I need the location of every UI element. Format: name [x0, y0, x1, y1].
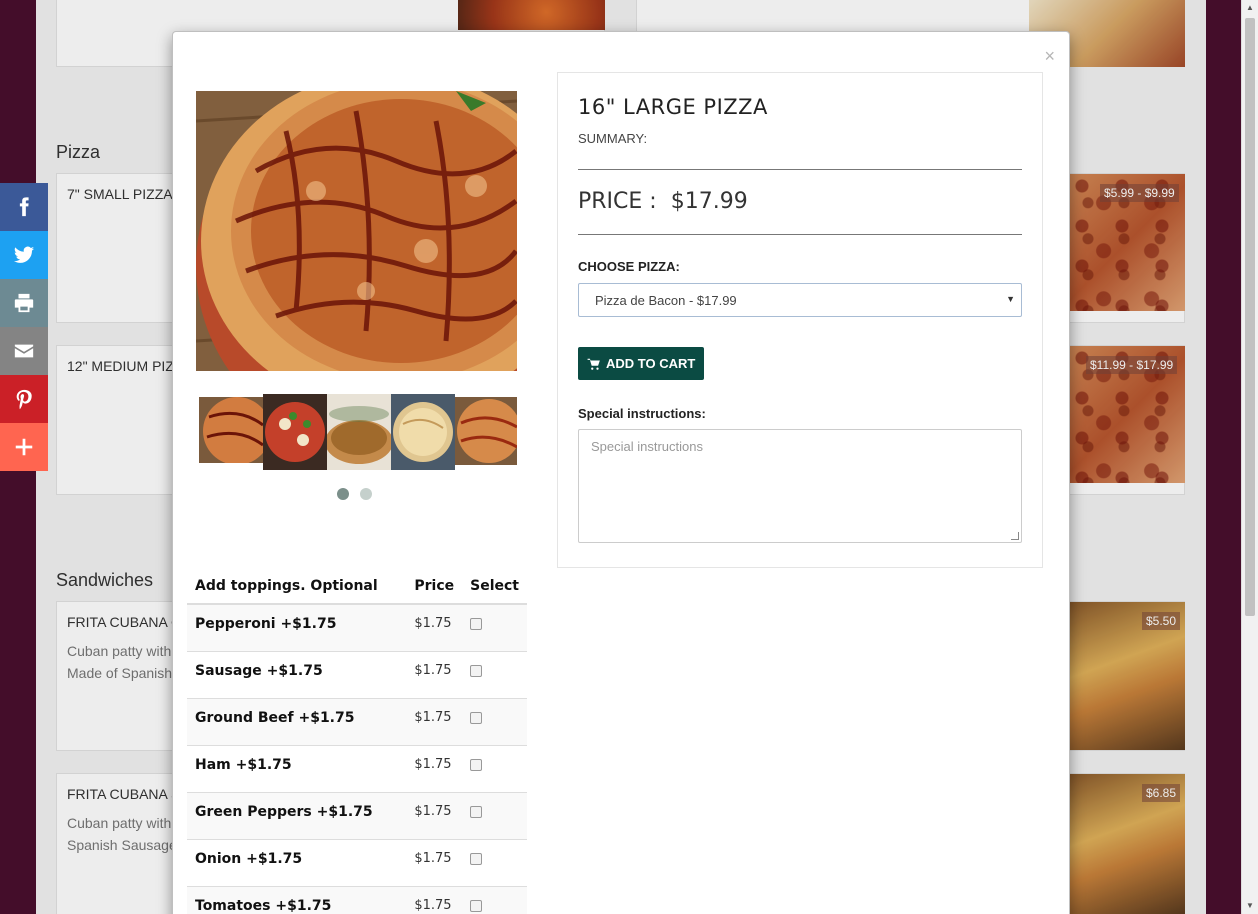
topping-price: $1.75	[406, 791, 463, 839]
topping-checkbox[interactable]	[470, 805, 483, 818]
table-row: Ground Beef +$1.75 $1.75	[187, 697, 527, 745]
pizza-select-value: Pizza de Bacon - $17.99	[595, 293, 737, 308]
topping-price: $1.75	[406, 744, 463, 792]
pizza-thumbnail	[263, 394, 327, 470]
topping-select-cell	[462, 650, 527, 698]
product-modal: × Add toppings. Optional Price Select Pe…	[172, 31, 1070, 914]
scroll-thumb[interactable]	[1245, 18, 1255, 616]
plus-icon	[15, 438, 33, 456]
topping-checkbox[interactable]	[470, 758, 483, 771]
print-button[interactable]	[0, 279, 48, 327]
special-instructions-placeholder: Special instructions	[591, 439, 703, 454]
pinterest-icon	[16, 389, 32, 410]
topping-select-cell	[462, 697, 527, 745]
table-row: Onion +$1.75 $1.75	[187, 838, 527, 886]
email-icon	[14, 344, 34, 358]
divider	[578, 169, 1022, 170]
scroll-down-arrow[interactable]: ▼	[1242, 898, 1258, 914]
scroll-up-arrow[interactable]: ▲	[1242, 0, 1258, 16]
topping-name: Sausage +$1.75	[187, 650, 407, 698]
col-header-topping: Add toppings. Optional	[187, 568, 407, 605]
price-value: $17.99	[670, 189, 748, 214]
topping-name: Onion +$1.75	[187, 838, 407, 886]
topping-select-cell	[462, 603, 527, 651]
pizza-thumbnail	[391, 394, 455, 470]
topping-select-cell	[462, 838, 527, 886]
topping-checkbox[interactable]	[470, 664, 483, 677]
carousel-dot-2[interactable]	[360, 488, 372, 500]
cart-icon	[587, 358, 600, 370]
topping-name: Ham +$1.75	[187, 744, 407, 792]
add-to-cart-label: ADD TO CART	[606, 356, 696, 371]
product-detail-panel: 16" LARGE PIZZA SUMMARY: PRICE : $17.99 …	[557, 72, 1043, 568]
resize-handle[interactable]	[1011, 532, 1019, 540]
carousel-dots	[337, 487, 383, 505]
topping-select-cell	[462, 791, 527, 839]
pizza-select[interactable]: Pizza de Bacon - $17.99 ▼	[578, 283, 1022, 317]
table-row: Green Peppers +$1.75 $1.75	[187, 791, 527, 839]
toppings-header-row: Add toppings. Optional Price Select	[187, 568, 527, 605]
topping-select-cell	[462, 744, 527, 792]
email-share-button[interactable]	[0, 327, 48, 375]
product-main-image	[196, 91, 517, 371]
topping-price: $1.75	[406, 838, 463, 886]
topping-name: Green Peppers +$1.75	[187, 791, 407, 839]
thumbnail-strip	[199, 394, 521, 470]
pizza-thumbnail	[325, 394, 393, 470]
col-header-price: Price	[406, 568, 463, 605]
price-label: PRICE :	[578, 189, 657, 214]
topping-price: $1.75	[406, 603, 463, 651]
facebook-share-button[interactable]	[0, 183, 48, 231]
table-row: Ham +$1.75 $1.75	[187, 744, 527, 792]
thumbnail-2[interactable]	[263, 394, 327, 470]
carousel-dot-1[interactable]	[337, 488, 349, 500]
product-title: 16" LARGE PIZZA	[578, 95, 768, 119]
more-share-button[interactable]	[0, 423, 48, 471]
thumbnail-3[interactable]	[325, 394, 393, 470]
topping-name: Ground Beef +$1.75	[187, 697, 407, 745]
facebook-icon	[19, 197, 29, 217]
topping-name: Pepperoni +$1.75	[187, 603, 407, 651]
divider	[578, 234, 1022, 235]
thumbnail-1[interactable]	[199, 397, 271, 465]
twitter-share-button[interactable]	[0, 231, 48, 279]
table-row: Pepperoni +$1.75 $1.75	[187, 603, 527, 651]
twitter-icon	[13, 246, 35, 263]
pizza-photo	[196, 91, 517, 371]
pinterest-share-button[interactable]	[0, 375, 48, 423]
special-instructions-label: Special instructions:	[578, 406, 706, 421]
add-to-cart-button[interactable]: ADD TO CART	[578, 347, 705, 380]
print-icon	[14, 293, 34, 313]
table-row: Sausage +$1.75 $1.75	[187, 650, 527, 698]
chevron-down-icon: ▼	[1006, 294, 1015, 304]
special-instructions-input[interactable]: Special instructions	[578, 429, 1022, 543]
topping-name: Tomatoes +$1.75	[187, 885, 407, 914]
topping-select-cell	[462, 885, 527, 914]
choose-pizza-label: CHOOSE PIZZA:	[578, 259, 680, 274]
thumbnail-5[interactable]	[455, 397, 521, 465]
topping-price: $1.75	[406, 885, 463, 914]
social-share-bar	[0, 183, 48, 471]
topping-price: $1.75	[406, 650, 463, 698]
page-scrollbar[interactable]: ▲ ▼	[1241, 0, 1258, 914]
topping-checkbox[interactable]	[470, 618, 483, 630]
table-row: Tomatoes +$1.75 $1.75	[187, 885, 527, 914]
thumbnail-4[interactable]	[391, 394, 455, 470]
topping-checkbox[interactable]	[470, 852, 483, 865]
topping-checkbox[interactable]	[470, 899, 483, 912]
col-header-select: Select	[462, 568, 527, 605]
toppings-table: Add toppings. Optional Price Select Pepp…	[187, 568, 527, 914]
topping-checkbox[interactable]	[470, 711, 483, 724]
summary-label: SUMMARY:	[578, 131, 648, 146]
close-button[interactable]: ×	[1044, 46, 1055, 67]
pizza-thumbnail	[199, 397, 271, 465]
price-row: PRICE : $17.99	[578, 189, 1022, 214]
pizza-thumbnail	[455, 397, 521, 465]
topping-price: $1.75	[406, 697, 463, 745]
